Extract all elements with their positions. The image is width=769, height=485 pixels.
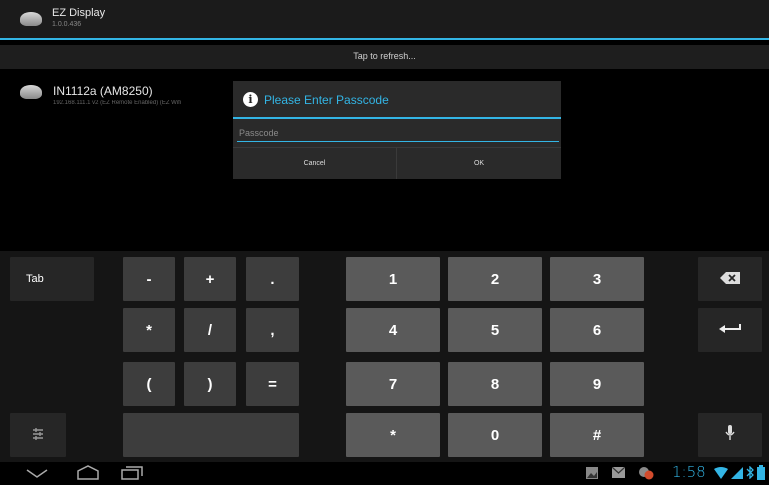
device-info: 192.168.111.1 v2 (EZ Remote Enabled) (EZ… xyxy=(53,100,182,106)
digit-key-5[interactable]: 5 xyxy=(448,308,542,352)
refresh-label: Tap to refresh... xyxy=(353,51,416,61)
equals-key[interactable]: = xyxy=(246,362,299,406)
slash-key[interactable]: / xyxy=(184,308,236,352)
digit-key-4[interactable]: 4 xyxy=(346,308,440,352)
bluetooth-icon xyxy=(746,466,754,479)
passcode-dialog: i Please Enter Passcode Cancel OK xyxy=(233,81,561,179)
settings-key[interactable] xyxy=(10,413,66,457)
passcode-input[interactable] xyxy=(237,125,559,142)
info-icon: i xyxy=(243,92,258,107)
cancel-button[interactable]: Cancel xyxy=(233,147,397,179)
tab-key[interactable]: Tab xyxy=(10,257,94,301)
email-notification-icon[interactable] xyxy=(612,467,625,478)
system-navigation-bar: 1:58 xyxy=(0,462,769,485)
backspace-key[interactable] xyxy=(698,257,762,301)
battery-icon xyxy=(757,465,765,480)
device-name: IN1112a (AM8250) xyxy=(53,84,153,98)
plus-key[interactable]: + xyxy=(184,257,236,301)
app-logo-icon xyxy=(20,12,42,26)
open-paren-key[interactable]: ( xyxy=(123,362,175,406)
digit-key-6[interactable]: 6 xyxy=(550,308,644,352)
asterisk-key[interactable]: * xyxy=(123,308,175,352)
back-icon[interactable] xyxy=(26,469,48,478)
status-clock: 1:58 xyxy=(672,463,706,481)
digit-key-1[interactable]: 1 xyxy=(346,257,440,301)
recent-apps-icon[interactable] xyxy=(121,466,143,480)
signal-icon xyxy=(731,467,743,479)
app-title: EZ Display xyxy=(52,7,106,19)
enter-icon xyxy=(719,323,741,333)
backspace-icon xyxy=(720,271,740,284)
refresh-bar[interactable]: Tap to refresh... xyxy=(0,45,769,69)
digit-key-0[interactable]: 0 xyxy=(448,413,542,457)
comma-key[interactable]: , xyxy=(246,308,299,352)
on-screen-keyboard: Tab - + . * / , ( ) = 1 2 3 4 5 6 7 8 9 … xyxy=(0,251,769,462)
microphone-icon xyxy=(725,425,735,440)
digit-key-8[interactable]: 8 xyxy=(448,362,542,406)
period-key[interactable]: . xyxy=(246,257,299,301)
home-icon[interactable] xyxy=(76,465,100,480)
app-version: 1.0.0.436 xyxy=(52,21,82,28)
space-key[interactable] xyxy=(123,413,299,457)
digit-key-2[interactable]: 2 xyxy=(448,257,542,301)
digit-key-7[interactable]: 7 xyxy=(346,362,440,406)
wifi-icon xyxy=(714,467,728,479)
voice-input-key[interactable] xyxy=(698,413,762,457)
app-notification-icon[interactable] xyxy=(638,465,654,481)
dialog-header: i Please Enter Passcode xyxy=(233,81,561,119)
dialog-title: Please Enter Passcode xyxy=(264,93,389,107)
close-paren-key[interactable]: ) xyxy=(184,362,236,406)
hash-key[interactable]: # xyxy=(550,413,644,457)
digit-key-9[interactable]: 9 xyxy=(550,362,644,406)
digit-key-3[interactable]: 3 xyxy=(550,257,644,301)
keyboard-settings-icon xyxy=(33,428,43,440)
device-icon xyxy=(20,85,42,99)
minus-key[interactable]: - xyxy=(123,257,175,301)
enter-key[interactable] xyxy=(698,308,762,352)
star-key[interactable]: * xyxy=(346,413,440,457)
app-title-bar: EZ Display 1.0.0.436 xyxy=(0,0,769,40)
gallery-notification-icon[interactable] xyxy=(586,467,598,479)
ok-button[interactable]: OK xyxy=(397,147,561,179)
